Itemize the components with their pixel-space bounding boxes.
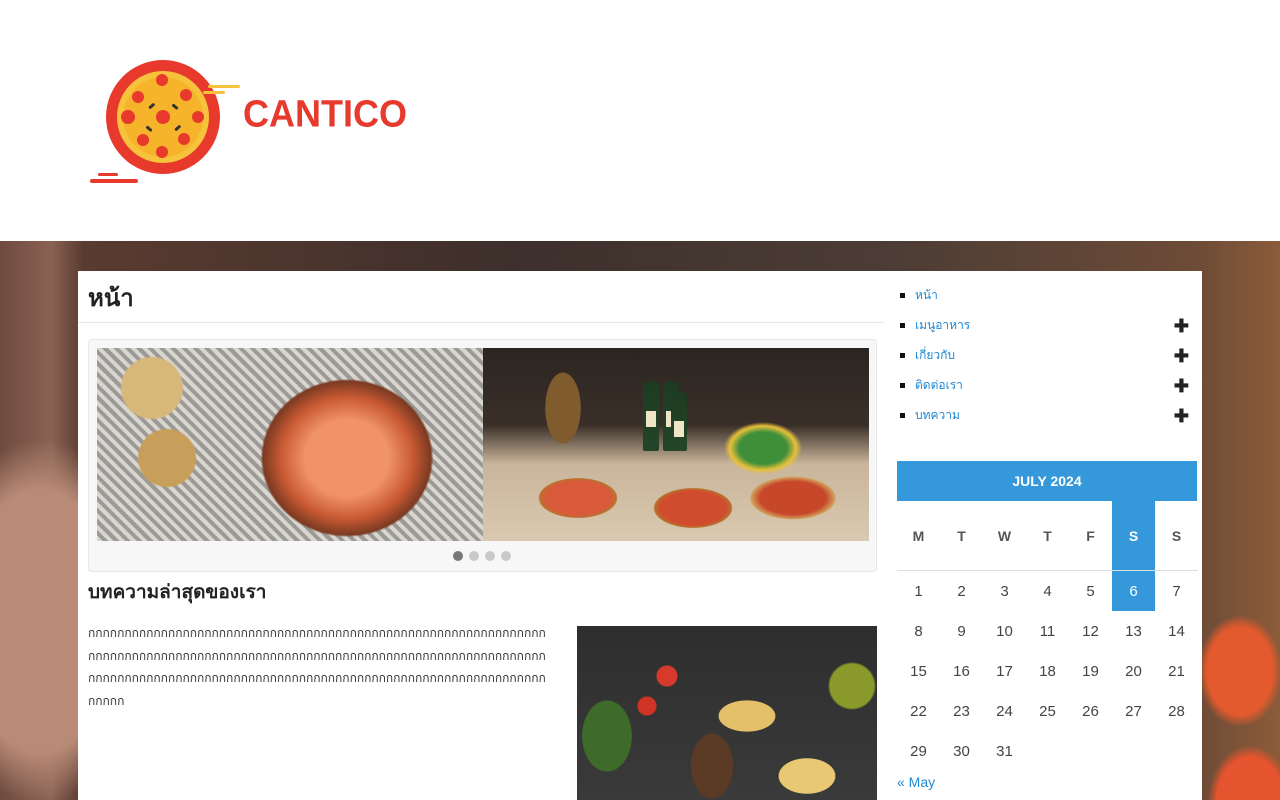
image-slider[interactable] xyxy=(88,339,877,572)
calendar-day: 31 xyxy=(996,742,1013,760)
expand-plus-icon[interactable]: ✚ xyxy=(1174,377,1189,395)
pizza-logo-icon xyxy=(90,60,240,183)
calendar-day: 21 xyxy=(1168,662,1185,680)
bullet-icon xyxy=(900,352,905,358)
calendar-day: 23 xyxy=(953,702,970,720)
sidebar-menu-item: บทความ ✚ xyxy=(897,400,1197,430)
site-logo[interactable]: CANTICO xyxy=(88,55,407,187)
sidebar-menu-item: หน้า xyxy=(897,280,1197,310)
calendar-day: 18 xyxy=(1039,662,1056,680)
calendar-day: 27 xyxy=(1125,702,1142,720)
calendar-day: 12 xyxy=(1082,622,1099,640)
calendar-day: 30 xyxy=(953,742,970,760)
slide-pizza-image[interactable] xyxy=(483,348,869,541)
expand-plus-icon[interactable]: ✚ xyxy=(1174,407,1189,425)
sidebar-menu-link[interactable]: หน้า xyxy=(915,286,938,305)
calendar-weekday-header: T xyxy=(940,501,983,571)
sidebar-menu-link[interactable]: บทความ xyxy=(915,406,960,425)
calendar-day: 25 xyxy=(1039,702,1056,720)
calendar-day: 20 xyxy=(1125,662,1142,680)
calendar-day: 15 xyxy=(910,662,927,680)
calendar-weekday-header: S xyxy=(1112,501,1155,571)
sidebar-menu-link[interactable]: เกี่ยวกับ xyxy=(915,346,955,365)
calendar-day: 26 xyxy=(1082,702,1099,720)
calendar-day: 8 xyxy=(914,622,923,640)
sidebar-menu-item: ติดต่อเรา ✚ xyxy=(897,370,1197,400)
bullet-icon xyxy=(900,382,905,388)
site-name: CANTICO xyxy=(243,91,407,135)
page-title: หน้า xyxy=(88,284,134,312)
calendar-day: 3 xyxy=(1000,582,1009,600)
calendar-day: 1 xyxy=(914,582,923,600)
section-body-text: กกกกกกกกกกกกกกกกกกกกกกกกกกกกกกกกกกกกกกกก… xyxy=(88,626,546,708)
sidebar-menu: หน้า เมนูอาหาร ✚ เกี่ยวกับ ✚ ติดต่อเรา ✚ บทความ… xyxy=(897,280,1197,430)
section-title: บทความล่าสุดของเรา xyxy=(88,581,267,603)
calendar-day: 5 xyxy=(1086,582,1095,600)
calendar-day: 29 xyxy=(910,742,927,760)
ingredients-image xyxy=(577,626,877,800)
bottle-decor xyxy=(643,381,659,451)
slide-seafood-image[interactable] xyxy=(97,348,483,541)
calendar-weekday-header: F xyxy=(1069,501,1112,571)
calendar-day: 28 xyxy=(1168,702,1185,720)
slider-dot-3[interactable] xyxy=(485,551,495,561)
bullet-icon xyxy=(900,412,905,418)
calendar-day: 17 xyxy=(996,662,1013,680)
slider-dot-2[interactable] xyxy=(469,551,479,561)
calendar-day: 4 xyxy=(1043,582,1052,600)
sidebar-menu-link[interactable]: ติดต่อเรา xyxy=(915,376,963,395)
calendar-weekday-header: S xyxy=(1155,501,1198,571)
slider-dot-4[interactable] xyxy=(501,551,511,561)
calendar-day: 7 xyxy=(1172,582,1181,600)
calendar-weekday-header: T xyxy=(1026,501,1069,571)
calendar-day: 2 xyxy=(957,582,966,600)
expand-plus-icon[interactable]: ✚ xyxy=(1174,317,1189,335)
bottle-decor xyxy=(671,391,687,451)
calendar-day: 13 xyxy=(1125,622,1142,640)
title-divider xyxy=(78,322,884,323)
calendar-day: 22 xyxy=(910,702,927,720)
sidebar-menu-item: เกี่ยวกับ ✚ xyxy=(897,340,1197,370)
calendar-day: 11 xyxy=(1039,622,1056,640)
calendar-today: 6 xyxy=(1112,571,1155,611)
site-header: CANTICO xyxy=(0,0,1280,241)
calendar-grid: M T W T F S S 1 2 3 4 5 6 7 8 9 10 11 12 13 14 15 16 17 18 19 20 21… xyxy=(897,501,1198,771)
calendar-day: 10 xyxy=(996,622,1013,640)
calendar-day: 9 xyxy=(957,622,966,640)
calendar-day: 19 xyxy=(1082,662,1099,680)
calendar-weekday-header: M xyxy=(897,501,940,571)
expand-plus-icon[interactable]: ✚ xyxy=(1174,347,1189,365)
calendar-day: 16 xyxy=(953,662,970,680)
sidebar-menu-item: เมนูอาหาร ✚ xyxy=(897,310,1197,340)
calendar-day: 14 xyxy=(1168,622,1185,640)
calendar-prev-month-link[interactable]: « May xyxy=(897,774,935,790)
slider-pagination xyxy=(453,551,511,561)
calendar-weekday-header: W xyxy=(983,501,1026,571)
site: CANTICO หน้า บทความล่าสุดของเรา กกกกกกกก… xyxy=(0,0,1280,800)
slider-dot-1[interactable] xyxy=(453,551,463,561)
bullet-icon xyxy=(900,292,905,298)
calendar-widget: JULY 2024 M T W T F S S 1 2 3 4 5 6 7 8 9 10 11 12 13 14 15 16… xyxy=(897,461,1198,790)
bullet-icon xyxy=(900,322,905,328)
calendar-title: JULY 2024 xyxy=(897,461,1197,501)
sidebar-menu-link[interactable]: เมนูอาหาร xyxy=(915,316,970,335)
calendar-day: 24 xyxy=(996,702,1013,720)
